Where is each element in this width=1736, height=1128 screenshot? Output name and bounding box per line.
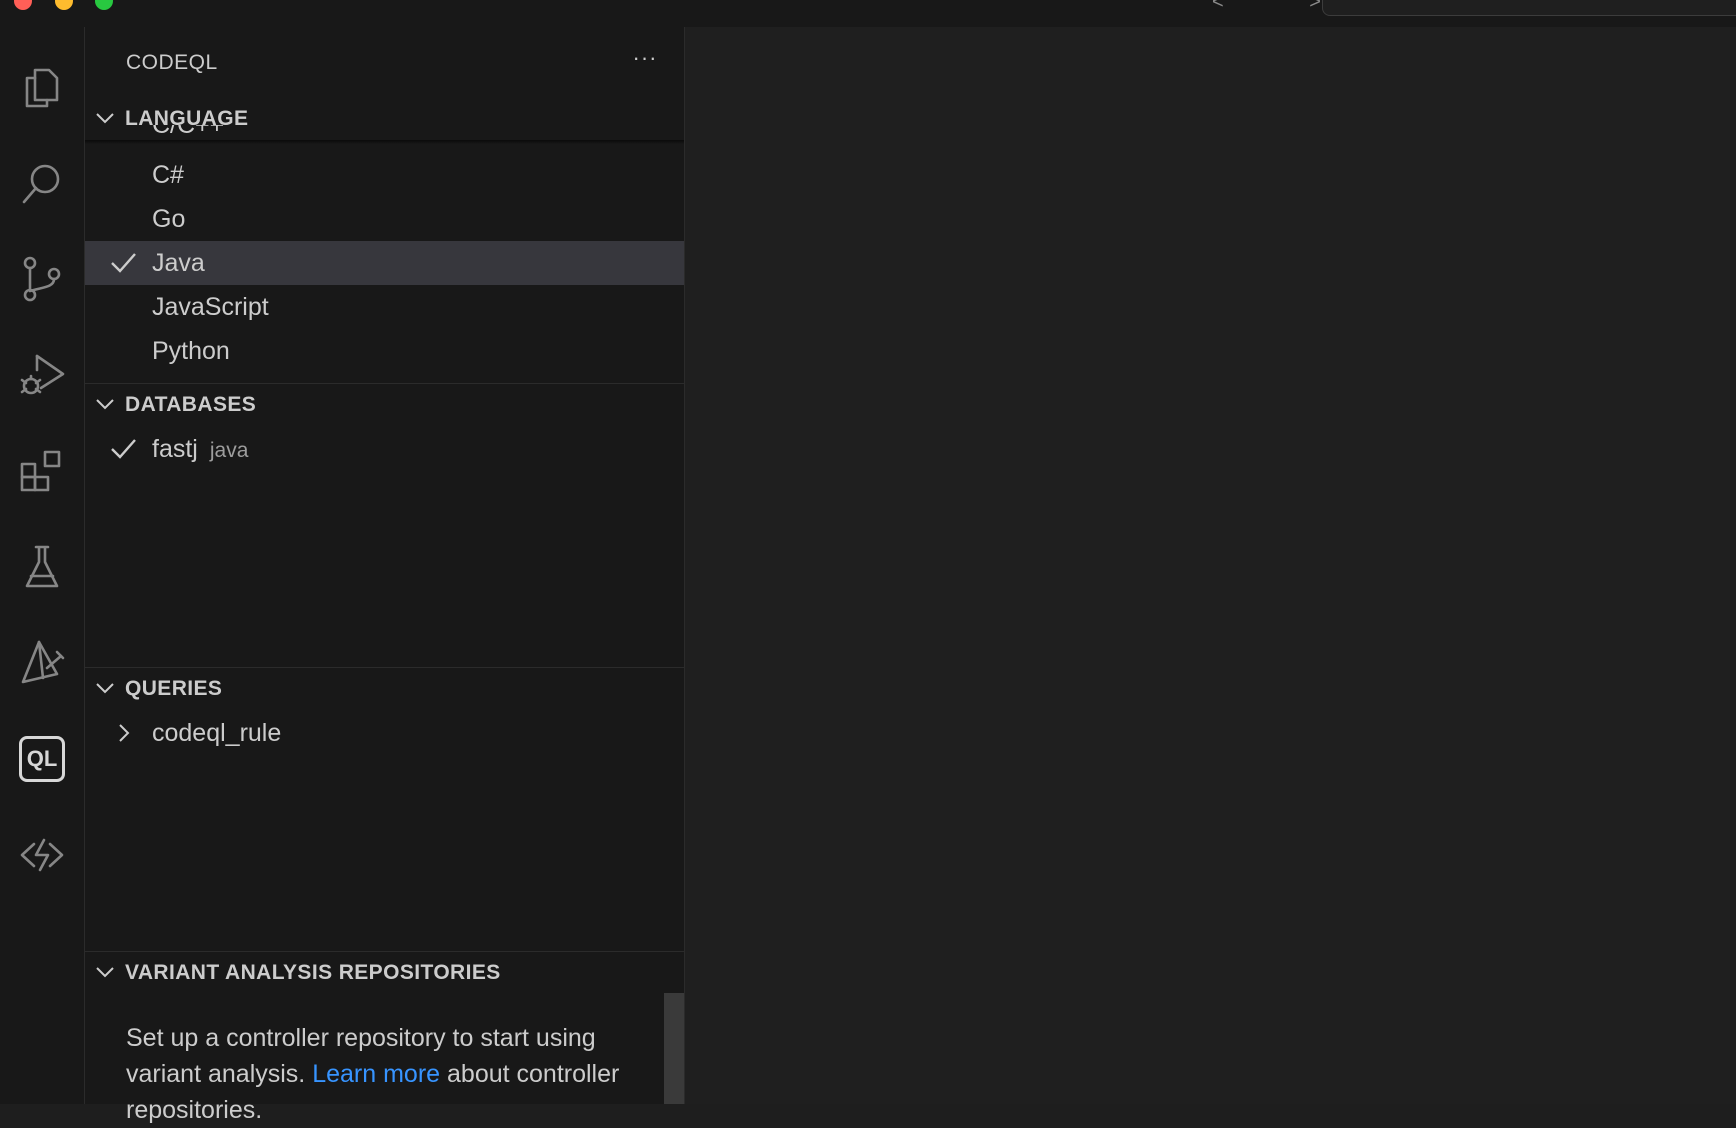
queries-section-header[interactable]: QUERIES [85,668,684,710]
variant-analysis-message: Set up a controller repository to start … [126,1020,626,1128]
language-item-javascript[interactable]: JavaScript [85,285,684,329]
chevron-down-icon [96,682,114,696]
query-item-label: codeql_rule [152,718,282,747]
chevron-down-icon [96,112,114,126]
query-item-codeql-rule[interactable]: codeql_rule [85,711,684,755]
variant-analysis-section-header[interactable]: VARIANT ANALYSIS REPOSITORIES [85,952,684,994]
database-item-fastj[interactable]: fastj java [85,427,684,471]
language-item-label: JavaScript [152,292,269,321]
check-icon [111,439,136,459]
run-debug-icon[interactable] [0,335,84,415]
codeql-icon[interactable]: QL [0,719,84,799]
section-label: DATABASES [125,393,257,416]
language-item-label: C# [152,160,184,189]
minimize-window-button[interactable] [55,0,73,10]
section-label: QUERIES [125,677,223,700]
chevron-down-icon [96,966,114,980]
language-item-label: Go [152,204,186,233]
language-item-csharp[interactable]: C# [85,153,684,197]
chevron-down-icon [96,398,114,412]
language-item-partial: C/C++ [152,125,224,133]
chevron-right-icon [119,724,130,742]
section-label: VARIANT ANALYSIS REPOSITORIES [125,961,501,984]
check-icon [111,253,136,273]
testing-icon[interactable] [0,527,84,607]
language-item-label: Python [152,336,230,365]
extensions-icon[interactable] [0,431,84,511]
language-item-go[interactable]: Go [85,197,684,241]
maximize-window-button[interactable] [95,0,113,10]
sidebar-title: CODEQL [126,51,218,74]
source-control-icon[interactable] [0,239,84,319]
database-item-label: fastj java [152,435,248,464]
language-section-header[interactable]: LANGUAGE [85,98,684,140]
command-center-search[interactable] [1322,0,1736,16]
codeql-icon-label: QL [19,736,65,782]
database-name: fastj [152,434,198,463]
language-item-python[interactable]: Python [85,329,684,373]
database-language: java [209,438,249,462]
databases-section-header[interactable]: DATABASES [85,384,684,426]
ai-toolkit-icon[interactable] [0,623,84,703]
search-icon[interactable] [0,143,84,223]
title-bar: < > [0,0,1736,28]
explorer-icon[interactable] [0,47,84,127]
close-window-button[interactable] [14,0,32,10]
language-item-label: Java [152,248,205,277]
remote-icon[interactable] [0,815,84,895]
editor-area [685,27,1736,1104]
scrollbar-thumb[interactable] [664,993,684,1104]
more-actions-button[interactable]: ··· [625,47,665,77]
language-item-java[interactable]: Java [85,241,684,285]
activity-bar: QL [0,27,85,1104]
learn-more-link[interactable]: Learn more [312,1060,440,1088]
codeql-sidebar: CODEQL ··· LANGUAGE C/C++ C# Go Java Jav… [85,27,685,1124]
